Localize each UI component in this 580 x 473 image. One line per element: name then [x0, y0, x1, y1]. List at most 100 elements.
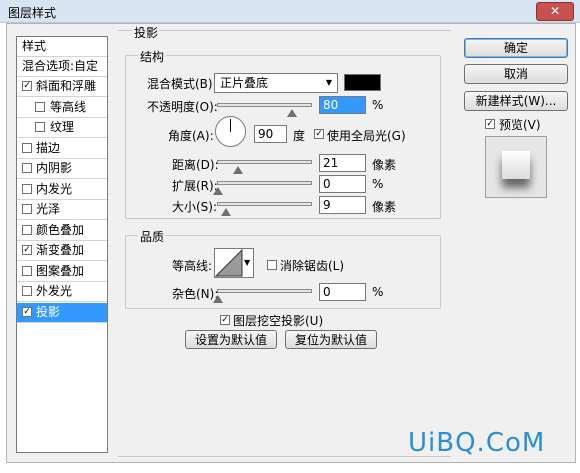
size-slider-handle[interactable]: [221, 208, 232, 216]
noise-slider-handle[interactable]: [213, 295, 223, 303]
sidebar-item-checkbox[interactable]: [22, 163, 32, 173]
sidebar-item-label: 光泽: [36, 202, 61, 216]
contour-picker[interactable]: ▼: [214, 248, 254, 278]
window-title: 图层样式: [8, 6, 57, 20]
sidebar-item[interactable]: 内阴影: [17, 159, 107, 179]
distance-input[interactable]: 21: [319, 154, 366, 172]
distance-slider-handle[interactable]: [232, 166, 243, 174]
sidebar-item[interactable]: 内发光: [17, 180, 107, 200]
sidebar-item-label: 内发光: [36, 181, 73, 196]
angle-label: 角度(A):: [168, 129, 214, 143]
spread-input[interactable]: 0: [319, 175, 366, 193]
sidebar-item[interactable]: 描边: [17, 139, 107, 159]
sidebar-item-label: 渐变叠加: [36, 243, 85, 257]
spread-label: 扩展(R):: [172, 179, 218, 193]
opacity-slider-handle[interactable]: [287, 109, 298, 117]
distance-slider[interactable]: [217, 160, 312, 174]
layer-style-dialog: 样式 混合选项:自定 ✓ 斜面和浮雕等高线纹理描边内阴影内发光光泽颜色叠加 ✓ 渐变叠…: [6, 23, 576, 463]
opacity-label: 不透明度(O):: [147, 100, 218, 114]
sidebar-item[interactable]: 等高线: [17, 98, 107, 118]
blend-mode-select[interactable]: 正片叠底 ▼: [214, 73, 338, 93]
opacity-input[interactable]: 80: [319, 96, 366, 114]
title-bar: 图层样式 ✕: [0, 0, 580, 23]
sidebar-header-styles[interactable]: 样式: [17, 37, 107, 57]
antialias-label[interactable]: 消除锯齿(L): [280, 257, 344, 274]
chevron-down-icon: ▼: [325, 78, 332, 87]
preview-checkbox[interactable]: ✓: [485, 119, 495, 129]
panel-title-rule: [118, 30, 451, 31]
sidebar-item-checkbox[interactable]: [22, 142, 32, 153]
new-style-button[interactable]: 新建样式(W)...: [464, 91, 568, 111]
sidebar-item-label: 颜色叠加: [36, 222, 85, 237]
style-preview-thumbnail: [485, 136, 547, 198]
reset-default-button[interactable]: 复位为默认值: [285, 330, 377, 349]
blend-color-swatch[interactable]: [344, 74, 381, 91]
set-default-button[interactable]: 设置为默认值: [185, 330, 277, 349]
panel-title: 投影: [132, 24, 161, 41]
sidebar-item[interactable]: ✓ 渐变叠加: [17, 241, 107, 261]
spread-slider-handle[interactable]: [213, 187, 223, 195]
sidebar-item[interactable]: ✓ 斜面和浮雕: [17, 77, 107, 97]
noise-slider[interactable]: [213, 289, 312, 303]
angle-input[interactable]: 90: [254, 125, 287, 143]
sidebar-item-blend-options[interactable]: 混合选项:自定: [17, 57, 107, 77]
preview-swatch: [502, 151, 530, 179]
sidebar-item-label: 投影: [36, 304, 61, 319]
spread-slider[interactable]: [213, 181, 312, 195]
panel-bottom-rule: [118, 456, 451, 457]
sidebar-item-checkbox[interactable]: ✓: [22, 245, 32, 255]
sidebar-item-checkbox[interactable]: [35, 101, 45, 112]
sidebar-item-label: 描边: [36, 140, 61, 155]
size-unit: 像素: [372, 200, 397, 214]
sidebar-item[interactable]: 颜色叠加: [17, 221, 107, 241]
sidebar-item[interactable]: 纹理: [17, 118, 107, 138]
blend-mode-label: 混合模式(B):: [147, 77, 217, 91]
size-input[interactable]: 9: [319, 196, 366, 214]
ok-button[interactable]: 确定: [464, 38, 568, 58]
sidebar-item-checkbox[interactable]: [22, 265, 32, 276]
sidebar-item-checkbox[interactable]: [22, 286, 32, 296]
structure-legend: 结构: [138, 48, 167, 65]
opacity-percent: %: [372, 98, 384, 112]
distance-unit: 像素: [372, 158, 397, 172]
preview-label[interactable]: 预览(V): [499, 116, 541, 133]
sidebar-item-label: 内阴影: [36, 161, 73, 175]
contour-preview-icon: [215, 249, 243, 277]
contour-label: 等高线:: [172, 259, 213, 273]
antialias-checkbox[interactable]: [267, 260, 277, 270]
sidebar-item-checkbox[interactable]: ✓: [22, 306, 32, 317]
quality-legend: 品质: [138, 228, 167, 245]
watermark-text: UiBQ.CoM: [408, 428, 546, 458]
size-slider[interactable]: [217, 202, 312, 216]
sidebar-item-label: 等高线: [50, 99, 87, 114]
knockout-label[interactable]: 图层挖空投影(U): [233, 312, 323, 329]
angle-dial[interactable]: [215, 116, 246, 147]
noise-input[interactable]: 0: [319, 283, 366, 301]
sidebar-item[interactable]: 光泽: [17, 200, 107, 220]
noise-label: 杂色(N):: [172, 287, 219, 301]
sidebar-item-checkbox[interactable]: [22, 224, 32, 235]
sidebar-item-label: 斜面和浮雕: [36, 79, 97, 93]
knockout-checkbox[interactable]: ✓: [220, 315, 230, 325]
sidebar-item[interactable]: ✓ 投影: [17, 302, 107, 323]
spread-percent: %: [372, 177, 384, 191]
sidebar-item-checkbox[interactable]: [22, 183, 32, 194]
angle-dial-needle: [230, 119, 231, 132]
sidebar-item-checkbox[interactable]: [35, 122, 45, 132]
sidebar-item-checkbox[interactable]: ✓: [22, 81, 32, 91]
sidebar-item[interactable]: 图案叠加: [17, 262, 107, 282]
opacity-slider[interactable]: [217, 103, 312, 117]
global-light-checkbox[interactable]: ✓: [314, 129, 324, 139]
noise-percent: %: [372, 285, 384, 299]
sidebar-item-label: 纹理: [50, 120, 75, 134]
size-label: 大小(S):: [172, 200, 218, 214]
distance-label: 距离(D):: [172, 158, 219, 172]
global-light-label[interactable]: 使用全局光(G): [327, 127, 406, 144]
chevron-down-icon: ▼: [244, 258, 251, 267]
close-button[interactable]: ✕: [536, 2, 574, 21]
sidebar-item[interactable]: 外发光: [17, 282, 107, 302]
style-sidebar: 样式 混合选项:自定 ✓ 斜面和浮雕等高线纹理描边内阴影内发光光泽颜色叠加 ✓ 渐变叠…: [16, 36, 108, 453]
sidebar-item-label: 外发光: [36, 284, 73, 298]
sidebar-item-checkbox[interactable]: [22, 204, 32, 214]
cancel-button[interactable]: 取消: [464, 64, 568, 84]
